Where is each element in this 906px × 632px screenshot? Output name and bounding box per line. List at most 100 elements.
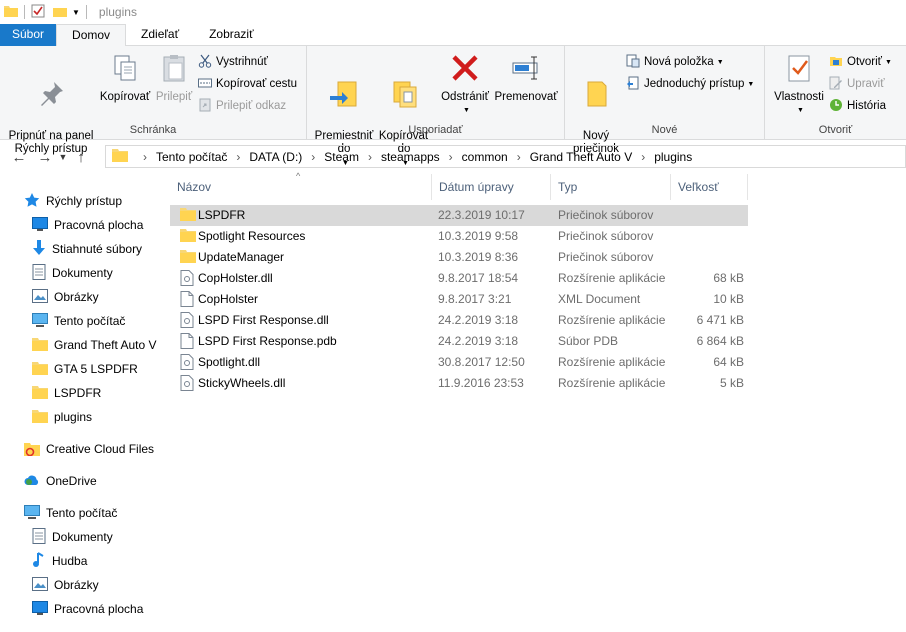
new-group: Nový priečinok Nová položka ▼ Jednoduchý… [565, 46, 765, 155]
rename-button[interactable]: Premenovať [493, 52, 559, 104]
copy-icon [98, 52, 152, 88]
file-type: Priečinok súborov [558, 208, 654, 222]
navigation-bar: ← → ▼ ↑ › Tento počítač › DATA (D:) › St… [0, 140, 906, 174]
tab-home[interactable]: Domov [56, 24, 127, 47]
sidebar-item-this-pc[interactable]: Tento počítač [24, 502, 158, 524]
file-name: LSPDFR [198, 208, 246, 222]
paste-shortcut-label: Prilepiť odkaz [216, 100, 287, 112]
recent-locations-chevron-icon[interactable]: ▼ [56, 152, 70, 162]
up-arrow-icon[interactable]: ↑ [70, 149, 92, 166]
pictures-icon [32, 288, 48, 306]
table-row[interactable]: CopHolster.dll 9.8.2017 18:54 Rozšírenie a… [170, 268, 748, 289]
copy-path-button[interactable]: Kopírovať cestu [198, 74, 297, 94]
breadcrumb-separator[interactable]: › [236, 150, 240, 164]
paste-button[interactable]: Prilepiť [154, 52, 194, 104]
sidebar-item-label: Tento počítač [46, 506, 118, 520]
address-bar[interactable]: › Tento počítač › DATA (D:) › Steam › st… [105, 145, 906, 168]
sidebar-item-desktop[interactable]: Pracovná plocha 📌 [32, 214, 158, 236]
sidebar-item-pc-pictures[interactable]: Obrázky [32, 574, 158, 596]
breadcrumb-separator[interactable]: › [311, 150, 315, 164]
ribbon-tabs: Súbor Domov Zdieľať Zobraziť [0, 24, 906, 47]
breadcrumb-steamapps[interactable]: steamapps [381, 150, 440, 164]
breadcrumb-this-pc[interactable]: Tento počítač [156, 150, 227, 164]
sidebar-item-pictures[interactable]: Obrázky 📌 [32, 286, 158, 308]
breadcrumb-separator[interactable]: › [517, 150, 521, 164]
sidebar-item-label: Stiahnuté súbory [52, 242, 143, 256]
breadcrumb-common[interactable]: common [462, 150, 508, 164]
file-name: StickyWheels.dll [198, 376, 286, 390]
sidebar-item-onedrive[interactable]: OneDrive [24, 470, 158, 492]
table-row[interactable]: UpdateManager 10.3.2019 8:36 Priečinok súb… [170, 247, 748, 268]
column-header-size[interactable]: Veľkosť [671, 174, 748, 200]
paste-shortcut-button[interactable]: Prilepiť odkaz [198, 96, 286, 116]
file-size: 6 471 kB [696, 313, 744, 327]
sidebar-item-plugins[interactable]: plugins [32, 406, 158, 428]
sidebar-item-label: Tento počítač [54, 314, 126, 328]
edit-button[interactable]: Upraviť [829, 74, 885, 94]
table-row[interactable]: LSPD First Response.pdb 24.2.2019 3:18 Súb… [170, 331, 748, 352]
file-type: XML Document [558, 292, 641, 306]
table-row[interactable]: LSPDFR 22.3.2019 10:17 Priečinok súborov [170, 205, 748, 226]
tab-share[interactable]: Zdieľať [126, 24, 194, 46]
properties-button[interactable]: Vlastnosti ▼ [769, 52, 829, 117]
sidebar-item-downloads[interactable]: Stiahnuté súbory 📌 [32, 238, 158, 260]
customize-quick-access-icon[interactable]: ▼ [72, 8, 80, 17]
forward-arrow-icon[interactable]: → [34, 149, 56, 166]
easy-access-button[interactable]: Jednoduchý prístup ▼ [626, 74, 754, 94]
new-item-button[interactable]: Nová položka ▼ [626, 52, 724, 72]
cut-button[interactable]: Vystrihnúť [198, 52, 268, 72]
sidebar-item-music[interactable]: Hudba [32, 550, 158, 572]
table-row[interactable]: LSPD First Response.dll 24.2.2019 3:18 Roz… [170, 310, 748, 331]
tab-view[interactable]: Zobraziť [194, 24, 269, 46]
table-row[interactable]: CopHolster 9.8.2017 3:21 XML Document 10 kB [170, 289, 748, 310]
folder-icon [32, 361, 48, 378]
sidebar-item-lspdfr[interactable]: LSPDFR [32, 382, 158, 404]
sidebar-item-pc-desktop[interactable]: Pracovná plocha [32, 598, 158, 620]
delete-button[interactable]: Odstrániť ▼ [437, 52, 493, 117]
easy-access-icon [626, 76, 640, 93]
dll-file-icon [180, 354, 194, 373]
breadcrumb-steam[interactable]: Steam [324, 150, 359, 164]
organize-group: Premiestniť do ▼ Kopírovať do ▼ Odstráni… [307, 46, 565, 167]
sidebar-item-label: Rýchly prístup [46, 194, 123, 208]
sidebar-item-quick-access[interactable]: Rýchly prístup [24, 190, 158, 212]
new-folder-quick-icon[interactable] [53, 5, 67, 20]
open-button[interactable]: Otvoriť ▼ [829, 52, 892, 72]
computer-icon [32, 312, 48, 330]
rename-icon [493, 52, 559, 88]
breadcrumb-gta-v[interactable]: Grand Theft Auto V [530, 150, 633, 164]
back-arrow-icon[interactable]: ← [8, 149, 30, 166]
properties-quick-icon[interactable] [31, 4, 45, 21]
breadcrumb-separator[interactable]: › [641, 150, 645, 164]
desktop-icon [32, 600, 48, 618]
sidebar-item-this-pc-quick[interactable]: Tento počítač 📌 [32, 310, 158, 332]
column-header-type[interactable]: Typ [551, 174, 671, 200]
file-type: Súbor PDB [558, 334, 619, 348]
breadcrumb-separator[interactable]: › [449, 150, 453, 164]
folder-icon [180, 228, 196, 245]
tab-file[interactable]: Súbor [0, 24, 57, 46]
folder-icon[interactable] [4, 5, 18, 20]
rename-label: Premenovať [494, 91, 558, 103]
column-header-name[interactable]: Názov [170, 174, 432, 200]
sidebar-item-pc-documents[interactable]: Dokumenty [32, 526, 158, 548]
clipboard-group-label: Schránka [129, 124, 177, 136]
sidebar-item-documents[interactable]: Dokumenty 📌 [32, 262, 158, 284]
breadcrumb-plugins[interactable]: plugins [654, 150, 692, 164]
breadcrumb-separator[interactable]: › [368, 150, 372, 164]
sidebar-item-gta5-lspdfr[interactable]: GTA 5 LSPDFR [32, 358, 158, 380]
table-row[interactable]: Spotlight.dll 30.8.2017 12:50 Rozšírenie a… [170, 352, 748, 373]
table-row[interactable]: Spotlight Resources 10.3.2019 9:58 Priečin… [170, 226, 748, 247]
breadcrumb-data-drive[interactable]: DATA (D:) [249, 150, 302, 164]
new-folder-icon [569, 65, 623, 114]
file-name: CopHolster [198, 292, 259, 306]
history-button[interactable]: História [829, 96, 886, 116]
copy-button[interactable]: Kopírovať [98, 52, 152, 104]
sidebar-item-creative-cloud[interactable]: Creative Cloud Files [24, 438, 158, 460]
sidebar-item-gta-v[interactable]: Grand Theft Auto V [32, 334, 158, 356]
onedrive-icon [24, 474, 40, 489]
breadcrumb-separator[interactable]: › [143, 150, 147, 164]
table-row[interactable]: StickyWheels.dll 11.9.2016 23:53 Rozšíreni… [170, 373, 748, 394]
sidebar-item-label: Pracovná plocha [54, 602, 144, 616]
column-header-date[interactable]: Dátum úpravy [432, 174, 551, 200]
